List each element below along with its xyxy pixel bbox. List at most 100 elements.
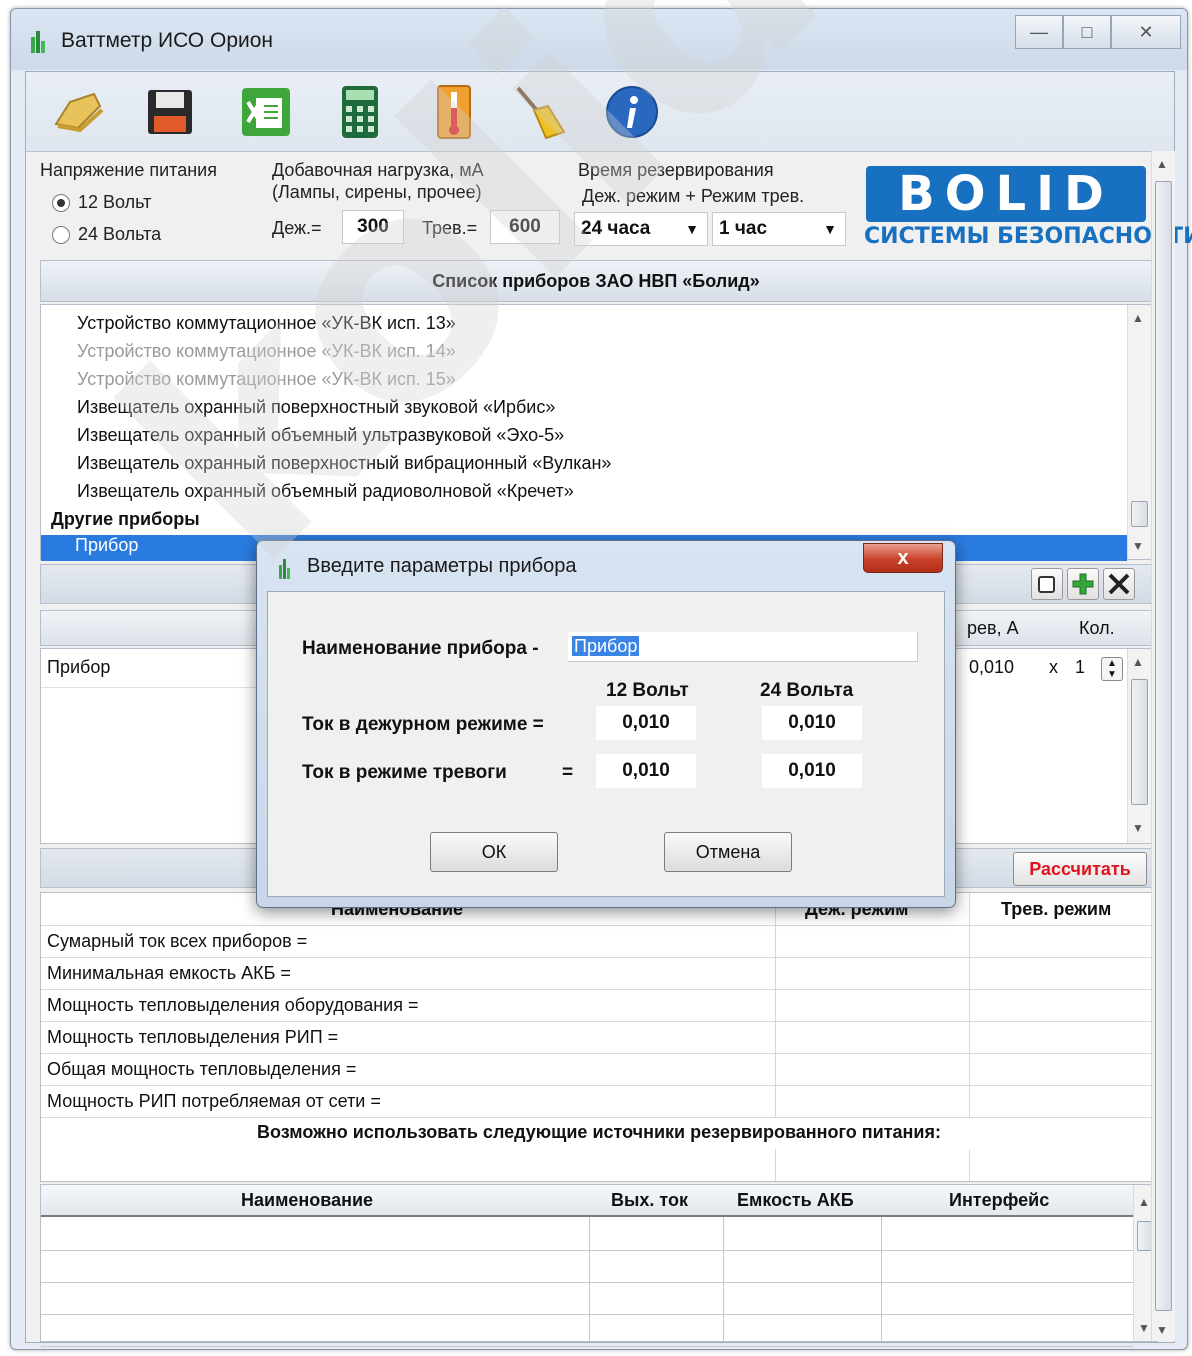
backup-duty-select[interactable]: 24 часа ▼ bbox=[574, 212, 708, 246]
result-row: Мощность РИП потребляемая от сети = bbox=[41, 1085, 1157, 1117]
rip-title-row: Возможно использовать следующие источник… bbox=[41, 1117, 1157, 1149]
list-item[interactable]: Устройство коммутационное «УК-ВК исп. 14… bbox=[77, 341, 456, 362]
scroll-up-icon[interactable]: ▲ bbox=[1132, 655, 1144, 669]
alarm-current-12v-input[interactable]: 0,010 bbox=[596, 754, 696, 788]
rip-table: Наименование Вых. ток Емкость АКБ Интерф… bbox=[40, 1184, 1158, 1347]
result-label: Мощность РИП потребляемая от сети = bbox=[47, 1091, 381, 1111]
copy-device-button[interactable] bbox=[1031, 568, 1063, 600]
scroll-down-icon[interactable]: ▼ bbox=[1132, 821, 1144, 835]
ok-button[interactable]: ОК bbox=[430, 832, 558, 872]
list-item[interactable]: Устройство коммутационное «УК-ВК исп. 15… bbox=[77, 369, 456, 390]
radio-12v[interactable] bbox=[52, 194, 70, 212]
close-button[interactable]: ✕ bbox=[1111, 15, 1181, 49]
col-divider bbox=[881, 1217, 882, 1341]
excel-export-icon[interactable] bbox=[238, 84, 294, 140]
chevron-down-icon: ▼ bbox=[823, 221, 837, 237]
extra-load-sublabel: (Лампы, сирены, прочее) bbox=[272, 182, 482, 202]
calculator-icon[interactable] bbox=[332, 84, 388, 140]
list-item[interactable]: Извещатель охранный поверхностный вибрац… bbox=[77, 453, 611, 474]
open-icon[interactable] bbox=[50, 84, 106, 140]
col-24v-label: 24 Вольта bbox=[760, 680, 854, 701]
device-row-qty[interactable]: 1 bbox=[1075, 657, 1085, 678]
scroll-thumb[interactable] bbox=[1131, 501, 1148, 527]
scroll-down-icon[interactable]: ▼ bbox=[1138, 1321, 1150, 1335]
backup-duty-value: 24 часа bbox=[581, 218, 651, 239]
maximize-button[interactable]: □ bbox=[1063, 15, 1111, 49]
save-icon[interactable] bbox=[142, 84, 198, 140]
scroll-up-icon[interactable]: ▲ bbox=[1156, 157, 1168, 171]
alarm-current-24v-input[interactable]: 0,010 bbox=[762, 754, 862, 788]
scroll-up-icon[interactable]: ▲ bbox=[1138, 1195, 1150, 1209]
list-item[interactable]: Извещатель охранный объемный радиоволнов… bbox=[77, 481, 574, 502]
results-table: Наименование Деж. режим Трев. режим Сума… bbox=[40, 892, 1158, 1182]
dialog-title: Введите параметры прибора bbox=[307, 555, 577, 577]
table-row[interactable] bbox=[41, 1283, 1133, 1315]
thermometer-icon[interactable] bbox=[426, 84, 482, 140]
scroll-down-icon[interactable]: ▼ bbox=[1132, 539, 1144, 553]
info-icon[interactable] bbox=[604, 84, 660, 140]
table-row[interactable] bbox=[41, 1315, 1133, 1347]
cancel-button[interactable]: Отмена bbox=[664, 832, 792, 872]
device-table-scrollbar[interactable]: ▲ ▼ bbox=[1127, 649, 1151, 843]
device-row-times: x bbox=[1049, 657, 1058, 677]
result-label: Общая мощность тепловыделения = bbox=[47, 1059, 357, 1079]
device-params-dialog: Введите параметры прибора x Наименование… bbox=[256, 540, 956, 908]
scroll-thumb[interactable] bbox=[1131, 679, 1148, 805]
delete-device-button[interactable] bbox=[1103, 568, 1135, 600]
backup-alarm-select[interactable]: 1 час ▼ bbox=[712, 212, 846, 246]
result-label: Сумарный ток всех приборов = bbox=[47, 931, 308, 951]
radio-24v[interactable] bbox=[52, 226, 70, 244]
extra-alarm-label: Трев.= bbox=[422, 218, 478, 238]
clear-broom-icon[interactable] bbox=[512, 84, 568, 140]
list-item[interactable]: Извещатель охранный поверхностный звуков… bbox=[77, 397, 555, 418]
calculate-button[interactable]: Рассчитать bbox=[1013, 852, 1147, 886]
device-row-name[interactable]: Прибор bbox=[47, 657, 110, 678]
chevron-down-icon: ▼ bbox=[685, 221, 699, 237]
radio-12v-label[interactable]: 12 Вольт bbox=[78, 192, 151, 213]
extra-duty-label: Деж.= bbox=[272, 218, 322, 238]
copy-icon bbox=[1038, 576, 1055, 593]
device-list-scrollbar[interactable]: ▲ ▼ bbox=[1127, 305, 1151, 559]
duty-current-12v-input[interactable]: 0,010 bbox=[596, 706, 696, 740]
list-group-header: Другие приборы bbox=[51, 509, 200, 529]
list-item[interactable]: Устройство коммутационное «УК-ВК исп. 13… bbox=[77, 313, 456, 334]
rip-col-interface: Интерфейс bbox=[949, 1190, 1050, 1210]
table-row[interactable] bbox=[41, 1219, 1133, 1251]
supply-label: Напряжение питания bbox=[40, 160, 217, 180]
scroll-up-icon[interactable]: ▲ bbox=[1132, 311, 1144, 325]
list-item[interactable]: Извещатель охранный объемный ультразвуко… bbox=[77, 425, 564, 446]
result-row: Общая мощность тепловыделения = bbox=[41, 1053, 1157, 1085]
result-label: Минимальная емкость АКБ = bbox=[47, 963, 291, 983]
backup-time-sublabel: Деж. режим + Режим трев. bbox=[582, 186, 805, 206]
alarm-current-label: Ток в режиме тревоги bbox=[302, 762, 507, 783]
device-name-input[interactable]: Прибор bbox=[568, 632, 918, 662]
quantity-stepper[interactable]: ▲ ▼ bbox=[1101, 657, 1123, 681]
device-name-value: Прибор bbox=[572, 636, 640, 656]
delete-icon bbox=[1108, 573, 1130, 595]
duty-current-label: Ток в дежурном режиме = bbox=[302, 714, 544, 735]
toolbar bbox=[26, 72, 1174, 152]
rip-col-name: Наименование bbox=[241, 1190, 374, 1210]
add-device-button[interactable] bbox=[1067, 568, 1099, 600]
table-row[interactable] bbox=[41, 1251, 1133, 1283]
radio-24v-label[interactable]: 24 Вольта bbox=[78, 224, 161, 245]
duty-current-24v-input[interactable]: 0,010 bbox=[762, 706, 862, 740]
minimize-button[interactable]: — bbox=[1015, 15, 1063, 49]
device-list-header: Список приборов ЗАО НВП «Болид» bbox=[40, 260, 1152, 302]
col-divider bbox=[589, 1217, 590, 1341]
rip-table-header: Наименование Вых. ток Емкость АКБ Интерф… bbox=[41, 1185, 1133, 1217]
logo-text: BOLID bbox=[866, 166, 1146, 222]
dialog-close-button[interactable]: x bbox=[863, 543, 943, 573]
scroll-down-icon[interactable]: ▼ bbox=[1156, 1323, 1168, 1337]
device-list[interactable]: Устройство коммутационное «УК-ВК исп. 13… bbox=[40, 304, 1152, 561]
rip-col-current: Вых. ток bbox=[611, 1190, 688, 1210]
backup-time-label: Время резервирования bbox=[578, 160, 774, 180]
plus-icon bbox=[1072, 573, 1094, 595]
window-scrollbar[interactable]: ▲ ▼ bbox=[1151, 151, 1175, 1341]
result-row: Сумарный ток всех приборов = bbox=[41, 925, 1157, 957]
extra-duty-input[interactable]: 300 bbox=[342, 210, 404, 244]
rip-title: Возможно использовать следующие источник… bbox=[257, 1122, 941, 1142]
dialog-body: Наименование прибора - Прибор 12 Вольт 2… bbox=[267, 591, 945, 897]
scroll-thumb[interactable] bbox=[1155, 181, 1172, 1311]
extra-alarm-input[interactable]: 600 bbox=[490, 210, 560, 244]
